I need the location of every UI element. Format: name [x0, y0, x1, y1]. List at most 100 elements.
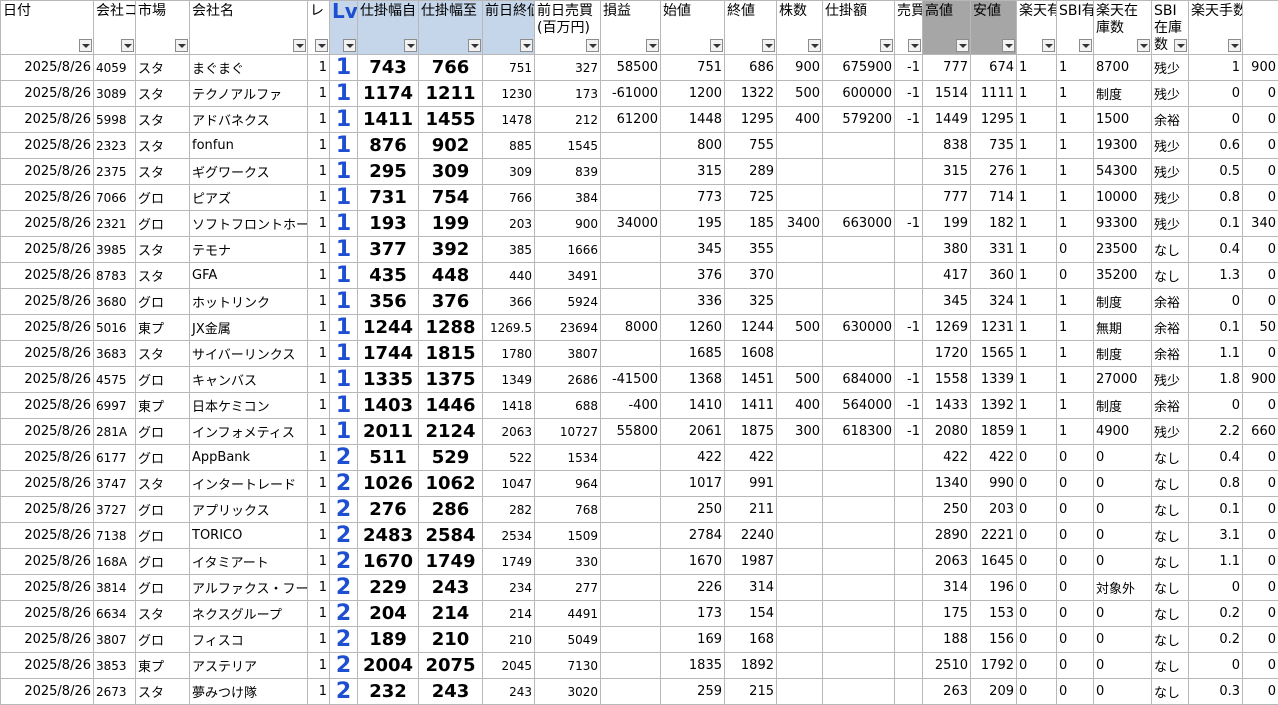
table-cell[interactable] [823, 185, 895, 211]
table-cell[interactable]: ギグワークス [190, 159, 308, 185]
table-cell[interactable] [777, 549, 823, 575]
table-cell[interactable]: 1 [308, 627, 330, 653]
column-header-2[interactable]: 市場 [136, 1, 190, 55]
table-cell[interactable]: 0 [1243, 575, 1278, 601]
table-cell[interactable]: 0 [1057, 601, 1094, 627]
table-cell[interactable]: 1 [308, 679, 330, 705]
table-cell[interactable] [601, 679, 661, 705]
table-cell[interactable]: 1987 [725, 549, 777, 575]
table-cell[interactable] [601, 445, 661, 471]
table-cell[interactable]: スタ [136, 133, 190, 159]
table-cell[interactable]: 766 [419, 55, 483, 81]
table-cell[interactable]: 199 [923, 211, 971, 237]
table-cell[interactable]: 8000 [601, 315, 661, 341]
table-cell[interactable]: 夢みつけ隊 [190, 679, 308, 705]
table-cell[interactable]: AppBank [190, 445, 308, 471]
table-cell[interactable]: 1446 [419, 393, 483, 419]
table-cell[interactable]: 3.1 [1189, 523, 1243, 549]
column-header-14[interactable]: 仕掛額 [823, 1, 895, 55]
table-cell[interactable]: 5998 [94, 107, 136, 133]
table-cell[interactable]: 1 [330, 81, 358, 107]
table-cell[interactable]: 0.2 [1189, 627, 1243, 653]
table-cell[interactable]: 1062 [419, 471, 483, 497]
table-cell[interactable] [823, 523, 895, 549]
table-cell[interactable]: 2375 [94, 159, 136, 185]
table-cell[interactable]: 193 [358, 211, 419, 237]
table-cell[interactable]: 2534 [483, 523, 535, 549]
table-cell[interactable]: 2025/8/26 [1, 549, 94, 575]
table-cell[interactable]: 964 [535, 471, 601, 497]
table-cell[interactable]: 210 [483, 627, 535, 653]
table-cell[interactable]: 250 [923, 497, 971, 523]
column-header-10[interactable]: 損益 [601, 1, 661, 55]
table-cell[interactable]: グロ [136, 497, 190, 523]
table-cell[interactable]: アプリックス [190, 497, 308, 523]
table-cell[interactable]: 1 [1017, 107, 1057, 133]
table-cell[interactable] [777, 653, 823, 679]
table-cell[interactable]: 400 [777, 107, 823, 133]
table-cell[interactable]: 876 [358, 133, 419, 159]
table-cell[interactable]: 1392 [971, 393, 1017, 419]
table-cell[interactable]: 336 [661, 289, 725, 315]
table-cell[interactable]: 残少 [1152, 419, 1189, 445]
filter-dropdown-icon[interactable] [1079, 39, 1092, 52]
table-cell[interactable]: 0 [1243, 341, 1278, 367]
table-cell[interactable]: 2075 [419, 653, 483, 679]
table-cell[interactable]: 324 [971, 289, 1017, 315]
table-cell[interactable] [777, 263, 823, 289]
table-cell[interactable]: 19300 [1094, 133, 1152, 159]
table-cell[interactable]: 東プ [136, 393, 190, 419]
table-cell[interactable] [823, 471, 895, 497]
table-cell[interactable]: 500 [777, 367, 823, 393]
table-cell[interactable]: 54300 [1094, 159, 1152, 185]
table-cell[interactable]: 6997 [94, 393, 136, 419]
table-cell[interactable]: 3089 [94, 81, 136, 107]
table-cell[interactable]: 522 [483, 445, 535, 471]
table-cell[interactable]: 1514 [923, 81, 971, 107]
table-cell[interactable]: 3814 [94, 575, 136, 601]
table-cell[interactable]: 751 [661, 55, 725, 81]
table-cell[interactable]: 377 [358, 237, 419, 263]
table-cell[interactable]: グロ [136, 211, 190, 237]
table-cell[interactable]: 168 [725, 627, 777, 653]
table-cell[interactable]: 991 [725, 471, 777, 497]
table-cell[interactable]: 1375 [419, 367, 483, 393]
table-cell[interactable]: 196 [971, 575, 1017, 601]
table-cell[interactable]: 1 [1057, 289, 1094, 315]
table-cell[interactable]: 0 [1017, 601, 1057, 627]
table-cell[interactable]: 1 [1017, 81, 1057, 107]
table-cell[interactable]: 1534 [535, 445, 601, 471]
table-cell[interactable]: 188 [923, 627, 971, 653]
table-cell[interactable]: 212 [535, 107, 601, 133]
table-cell[interactable]: 余裕 [1152, 341, 1189, 367]
table-cell[interactable]: 1 [1017, 263, 1057, 289]
table-cell[interactable]: 2025/8/26 [1, 341, 94, 367]
table-cell[interactable]: なし [1152, 679, 1189, 705]
table-cell[interactable]: 6634 [94, 601, 136, 627]
table-cell[interactable]: 203 [971, 497, 1017, 523]
table-cell[interactable]: 余裕 [1152, 315, 1189, 341]
table-cell[interactable]: スタ [136, 55, 190, 81]
table-cell[interactable]: 0.4 [1189, 237, 1243, 263]
table-cell[interactable]: 2.2 [1189, 419, 1243, 445]
table-cell[interactable]: 1349 [483, 367, 535, 393]
table-cell[interactable]: 1 [1017, 185, 1057, 211]
table-cell[interactable]: 2 [330, 549, 358, 575]
table-cell[interactable] [895, 575, 923, 601]
table-cell[interactable]: 1 [1189, 55, 1243, 81]
table-cell[interactable]: 309 [483, 159, 535, 185]
table-cell[interactable] [823, 159, 895, 185]
table-cell[interactable]: 58500 [601, 55, 661, 81]
table-cell[interactable]: 1720 [923, 341, 971, 367]
table-cell[interactable]: 3400 [777, 211, 823, 237]
table-cell[interactable]: 1478 [483, 107, 535, 133]
table-cell[interactable]: グロ [136, 367, 190, 393]
table-cell[interactable]: 422 [923, 445, 971, 471]
table-cell[interactable]: テモナ [190, 237, 308, 263]
table-cell[interactable]: 366 [483, 289, 535, 315]
table-cell[interactable] [823, 653, 895, 679]
table-cell[interactable]: 189 [358, 627, 419, 653]
table-cell[interactable]: 1500 [1094, 107, 1152, 133]
table-cell[interactable]: 1.8 [1189, 367, 1243, 393]
table-cell[interactable]: 日本ケミコン [190, 393, 308, 419]
